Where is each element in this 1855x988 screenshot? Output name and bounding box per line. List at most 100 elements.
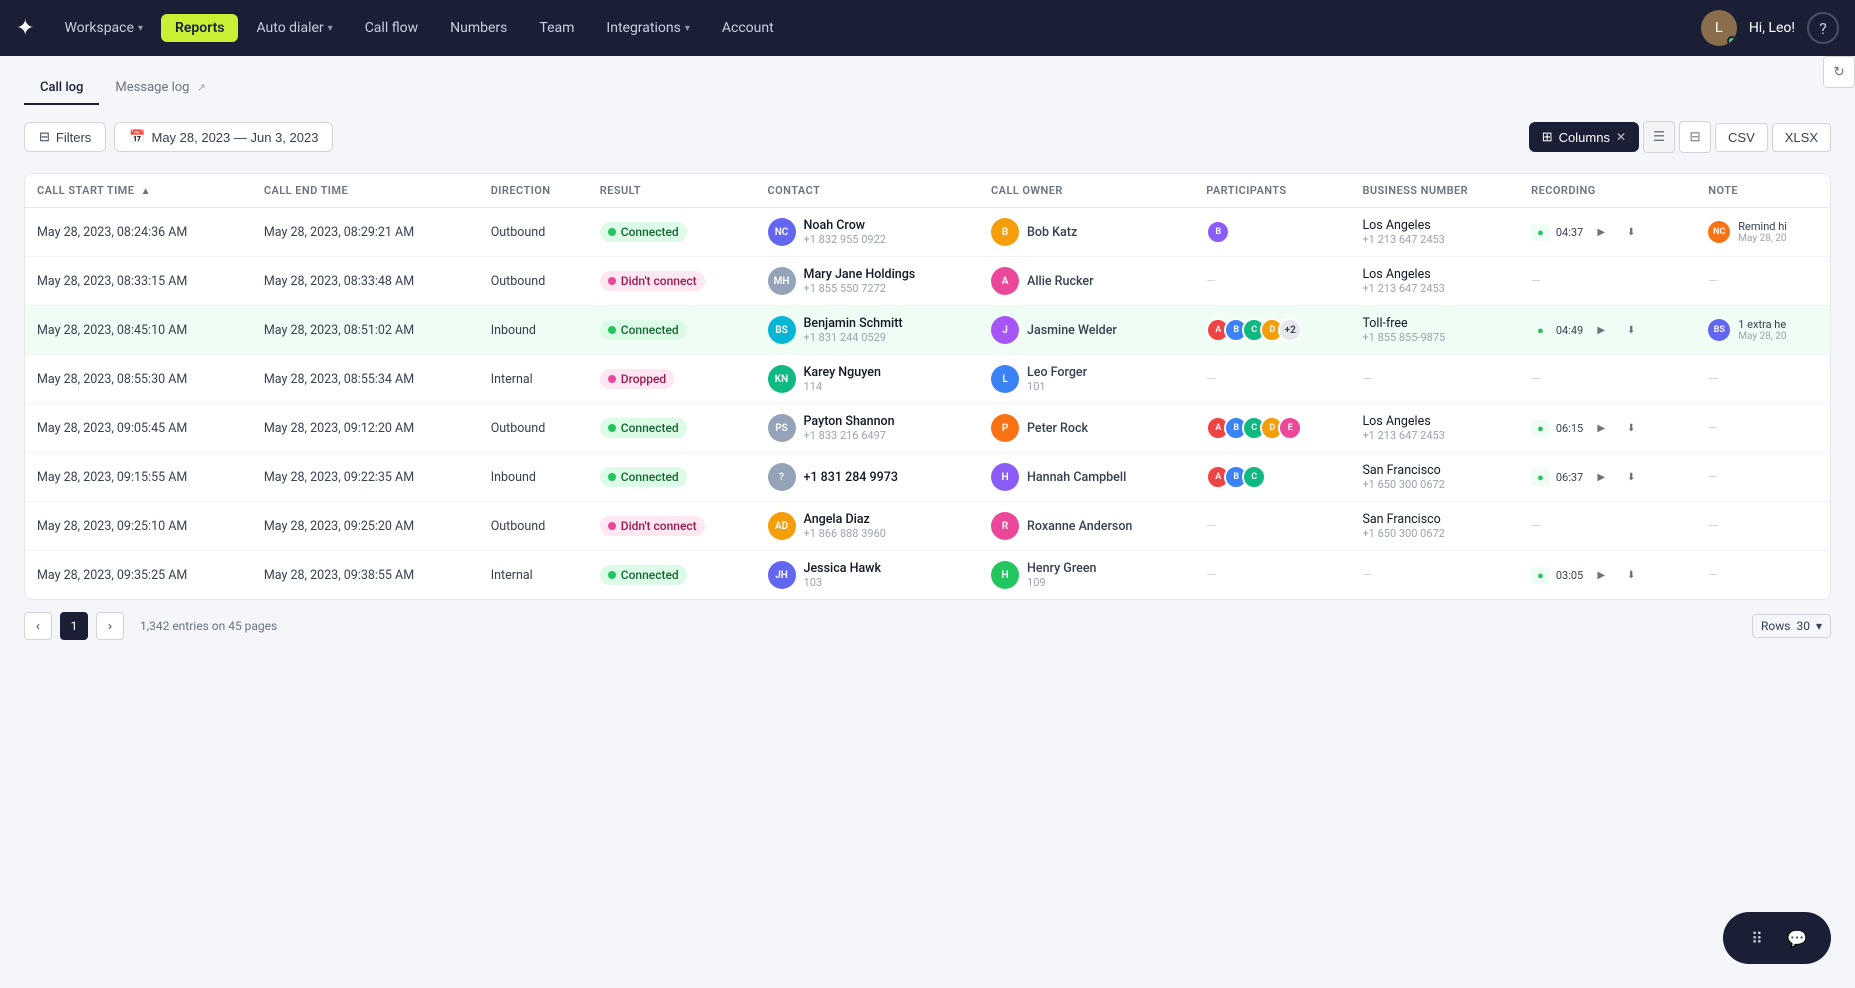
next-page-button[interactable]: › bbox=[96, 612, 124, 640]
cell-direction: Inbound bbox=[479, 453, 588, 502]
nav-workspace[interactable]: Workspace ▾ bbox=[50, 14, 157, 42]
cell-biz-number: Toll-free+1 855 855-9875 bbox=[1350, 306, 1519, 355]
cell-biz-number: Los Angeles+1 213 647 2453 bbox=[1350, 257, 1519, 306]
recording-eye-icon: ● bbox=[1531, 224, 1550, 241]
refresh-button[interactable]: ↻ bbox=[1823, 56, 1855, 88]
cell-call-end: May 28, 2023, 08:55:34 AM bbox=[252, 355, 479, 404]
cell-note: — bbox=[1696, 404, 1830, 453]
date-range-button[interactable]: 📅 May 28, 2023 — Jun 3, 2023 bbox=[114, 122, 333, 152]
cell-note: BS 1 extra he May 28, 20 bbox=[1696, 306, 1830, 355]
cell-call-end: May 28, 2023, 08:33:48 AM bbox=[252, 257, 479, 306]
integrations-chevron-icon: ▾ bbox=[685, 23, 690, 34]
nav-account[interactable]: Account bbox=[708, 14, 788, 42]
col-direction[interactable]: DIRECTION bbox=[479, 174, 588, 208]
result-dot bbox=[608, 522, 616, 530]
owner-avatar: B bbox=[991, 218, 1019, 246]
cell-call-end: May 28, 2023, 09:22:35 AM bbox=[252, 453, 479, 502]
columns-button[interactable]: ⊞ Columns ✕ bbox=[1529, 122, 1639, 152]
help-button[interactable]: ? bbox=[1807, 12, 1839, 44]
cell-result: Didn't connect bbox=[588, 257, 756, 306]
cell-direction: Internal bbox=[479, 551, 588, 600]
col-note[interactable]: NOTE bbox=[1696, 174, 1830, 208]
table-row[interactable]: May 28, 2023, 09:35:25 AM May 28, 2023, … bbox=[25, 551, 1830, 600]
col-result[interactable]: RESULT bbox=[588, 174, 756, 208]
nav-reports[interactable]: Reports bbox=[161, 14, 239, 42]
owner-avatar: L bbox=[991, 365, 1019, 393]
download-recording-button[interactable]: ⬇ bbox=[1619, 465, 1643, 489]
result-dot bbox=[608, 277, 616, 285]
col-participants[interactable]: PARTICIPANTS bbox=[1194, 174, 1350, 208]
play-recording-button[interactable]: ▶ bbox=[1589, 318, 1613, 342]
cell-biz-number: San Francisco+1 650 300 0672 bbox=[1350, 453, 1519, 502]
app-logo: ✦ bbox=[16, 16, 34, 41]
download-recording-button[interactable]: ⬇ bbox=[1619, 416, 1643, 440]
cell-call-end: May 28, 2023, 08:51:02 AM bbox=[252, 306, 479, 355]
result-dot bbox=[608, 473, 616, 481]
auto-dialer-chevron-icon: ▾ bbox=[328, 23, 333, 34]
table-row[interactable]: May 28, 2023, 08:45:10 AM May 28, 2023, … bbox=[25, 306, 1830, 355]
current-page: 1 bbox=[60, 612, 88, 640]
cell-call-start: May 28, 2023, 08:55:30 AM bbox=[25, 355, 252, 404]
play-recording-button[interactable]: ▶ bbox=[1589, 563, 1613, 587]
table-row[interactable]: May 28, 2023, 08:33:15 AM May 28, 2023, … bbox=[25, 257, 1830, 306]
no-recording: — bbox=[1531, 274, 1541, 289]
download-recording-button[interactable]: ⬇ bbox=[1619, 563, 1643, 587]
col-call-end[interactable]: CALL END TIME bbox=[252, 174, 479, 208]
nav-team[interactable]: Team bbox=[525, 14, 588, 42]
filters-button[interactable]: ⊟ Filters bbox=[24, 122, 106, 152]
message-log-icon: ↗ bbox=[197, 81, 206, 94]
rows-per-page-select[interactable]: Rows 30 ▾ bbox=[1752, 614, 1831, 638]
play-recording-button[interactable]: ▶ bbox=[1589, 465, 1613, 489]
col-owner[interactable]: CALL OWNER bbox=[979, 174, 1194, 208]
export-csv-button[interactable]: CSV bbox=[1715, 123, 1768, 152]
cell-owner: L Leo Forger101 bbox=[979, 355, 1194, 404]
table-row[interactable]: May 28, 2023, 09:05:45 AM May 28, 2023, … bbox=[25, 404, 1830, 453]
list-view-button[interactable]: ☰ bbox=[1643, 121, 1675, 153]
online-indicator bbox=[1727, 36, 1737, 46]
table-header-row: CALL START TIME ▲ CALL END TIME DIRECTIO… bbox=[25, 174, 1830, 208]
play-recording-button[interactable]: ▶ bbox=[1589, 220, 1613, 244]
table-row[interactable]: May 28, 2023, 08:24:36 AM May 28, 2023, … bbox=[25, 208, 1830, 257]
avatar[interactable]: L bbox=[1701, 10, 1737, 46]
nav-numbers[interactable]: Numbers bbox=[436, 14, 521, 42]
result-dot bbox=[608, 375, 616, 383]
chat-button[interactable]: 💬 bbox=[1779, 920, 1815, 956]
col-recording[interactable]: RECORDING bbox=[1519, 174, 1696, 208]
main-content: Call log Message log ↗ ↻ ⊟ Filters 📅 May… bbox=[0, 56, 1855, 668]
table-row[interactable]: May 28, 2023, 09:25:10 AM May 28, 2023, … bbox=[25, 502, 1830, 551]
play-recording-button[interactable]: ▶ bbox=[1589, 416, 1613, 440]
toolbar: ⊟ Filters 📅 May 28, 2023 — Jun 3, 2023 ⊞… bbox=[24, 121, 1831, 153]
dialpad-button[interactable]: ⠿ bbox=[1739, 920, 1775, 956]
download-recording-button[interactable]: ⬇ bbox=[1619, 220, 1643, 244]
recording-eye-icon: ● bbox=[1531, 322, 1550, 339]
nav-greeting: Hi, Leo! bbox=[1749, 20, 1795, 36]
floating-action-bar: ⠿ 💬 bbox=[1723, 912, 1831, 964]
cell-note: — bbox=[1696, 551, 1830, 600]
grid-view-button[interactable]: ⊟ bbox=[1679, 121, 1711, 153]
tab-message-log[interactable]: Message log ↗ bbox=[99, 72, 221, 105]
col-call-start[interactable]: CALL START TIME ▲ bbox=[25, 174, 252, 208]
cell-contact: KN Karey Nguyen 114 bbox=[756, 355, 980, 404]
nav-auto-dialer[interactable]: Auto dialer ▾ bbox=[242, 14, 346, 42]
recording-eye-icon: ● bbox=[1531, 469, 1550, 486]
tab-call-log[interactable]: Call log bbox=[24, 72, 99, 105]
contact-avatar: KN bbox=[768, 365, 796, 393]
contact-avatar: MH bbox=[768, 267, 796, 295]
nav-call-flow[interactable]: Call flow bbox=[351, 14, 432, 42]
table-row[interactable]: May 28, 2023, 08:55:30 AM May 28, 2023, … bbox=[25, 355, 1830, 404]
columns-icon: ⊞ bbox=[1542, 129, 1553, 145]
export-xlsx-button[interactable]: XLSX bbox=[1772, 123, 1831, 152]
contact-avatar: BS bbox=[768, 316, 796, 344]
nav-integrations[interactable]: Integrations ▾ bbox=[592, 14, 703, 42]
col-biz-number[interactable]: BUSINESS NUMBER bbox=[1350, 174, 1519, 208]
cell-participants: — bbox=[1194, 257, 1350, 306]
cell-recording: — bbox=[1519, 502, 1696, 551]
col-contact[interactable]: CONTACT bbox=[756, 174, 980, 208]
prev-page-button[interactable]: ‹ bbox=[24, 612, 52, 640]
cell-note: — bbox=[1696, 355, 1830, 404]
owner-avatar: P bbox=[991, 414, 1019, 442]
download-recording-button[interactable]: ⬇ bbox=[1619, 318, 1643, 342]
cell-call-start: May 28, 2023, 09:15:55 AM bbox=[25, 453, 252, 502]
cell-call-start: May 28, 2023, 08:24:36 AM bbox=[25, 208, 252, 257]
table-row[interactable]: May 28, 2023, 09:15:55 AM May 28, 2023, … bbox=[25, 453, 1830, 502]
